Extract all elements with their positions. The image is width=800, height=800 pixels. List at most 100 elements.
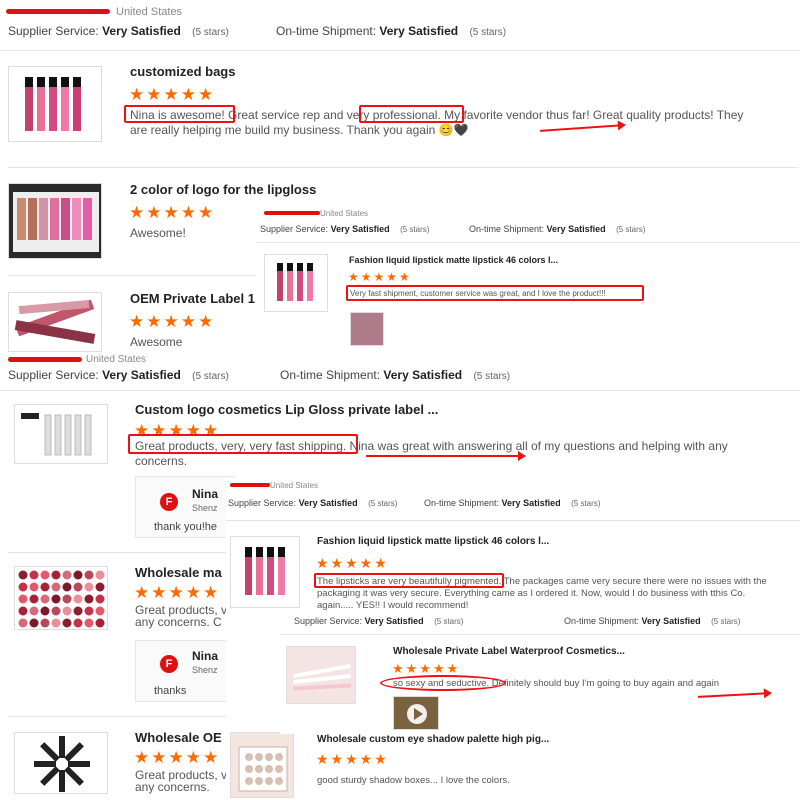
value: Very Satisfied — [102, 24, 181, 38]
value: Very Satisfied — [383, 368, 463, 382]
highlight-box — [128, 434, 358, 454]
label: Supplier Service: — [294, 616, 363, 626]
highlight-box — [124, 105, 235, 123]
supplier-logo: F — [160, 655, 178, 673]
divider — [0, 50, 800, 51]
label: Supplier Service: — [228, 498, 297, 508]
product-title[interactable]: Fashion liquid lipstick matte lipstick 4… — [349, 255, 589, 265]
label: Supplier Service: — [8, 24, 99, 38]
value: Very Satisfied — [546, 224, 606, 234]
redaction-mark — [230, 483, 270, 487]
stars-text: (5 stars) — [616, 225, 646, 234]
supplier-service-rating: Supplier Service: Very Satisfied (5 star… — [294, 616, 463, 626]
star-rating: ★★★★★ — [129, 312, 216, 331]
divider — [280, 634, 800, 635]
annotation-arrow — [366, 451, 526, 461]
review-text: any concerns. C — [135, 615, 222, 629]
redaction-mark — [6, 9, 110, 14]
ontime-shipment-rating: On-time Shipment: Very Satisfied (5 star… — [469, 224, 645, 234]
value: Very Satisfied — [298, 498, 358, 508]
product-title[interactable]: customized bags — [130, 64, 430, 79]
review-photo[interactable] — [350, 312, 384, 346]
stars-text: (5 stars) — [434, 617, 464, 626]
supplier-reply: F Nina Shenz thanks — [135, 640, 235, 702]
reviewer-location: United States — [116, 6, 183, 18]
stars-text: (5 stars) — [469, 27, 507, 38]
lipgloss-image — [25, 77, 81, 131]
value: Very Satisfied — [330, 224, 390, 234]
product-title[interactable]: Wholesale ma — [135, 565, 225, 580]
product-title[interactable]: Wholesale OE — [135, 730, 225, 745]
divider — [8, 552, 228, 553]
stars-text: (5 stars) — [571, 499, 601, 508]
product-title[interactable]: Custom logo cosmetics Lip Gloss private … — [135, 402, 465, 417]
stars-text: (5 stars) — [192, 27, 229, 38]
review-text: any concerns. — [135, 780, 210, 794]
lipgloss-box-image — [13, 192, 99, 252]
review-overlay-1: United States Supplier Service: Very Sat… — [256, 204, 800, 352]
review-overlay-3: Supplier Service: Very Satisfied (5 star… — [280, 612, 800, 734]
lipstick-palette-image — [18, 570, 105, 628]
divider — [8, 167, 798, 168]
product-thumbnail[interactable] — [8, 292, 102, 352]
star-rating: ★★★★★ — [316, 751, 389, 767]
label: Supplier Service: — [260, 224, 329, 234]
ontime-shipment-rating: On-time Shipment: Very Satisfied (5 star… — [564, 616, 740, 626]
product-thumbnail[interactable] — [286, 646, 356, 704]
reply-text: thank you!he — [154, 521, 217, 533]
supplier-service-rating: Supplier Service: Very Satisfied (5 star… — [260, 224, 429, 234]
product-thumbnail[interactable] — [230, 536, 300, 608]
highlight-oval — [380, 675, 506, 691]
reply-company: Shenz — [192, 665, 218, 675]
ontime-shipment-rating: On-time Shipment: Very Satisfied (5 star… — [280, 368, 510, 382]
highlight-box — [346, 285, 644, 301]
product-thumbnail[interactable] — [14, 732, 108, 794]
product-title[interactable]: Fashion liquid lipstick matte lipstick 4… — [317, 536, 567, 547]
product-title[interactable]: Wholesale Private Label Waterproof Cosme… — [393, 646, 693, 657]
star-rating: ★★★★★ — [316, 555, 389, 571]
lipgloss-clear-image — [21, 413, 92, 456]
product-thumbnail[interactable] — [8, 183, 102, 259]
ontime-shipment-rating: On-time Shipment: Very Satisfied (5 star… — [276, 24, 506, 38]
product-thumbnail[interactable] — [8, 66, 102, 142]
reply-name: Nina — [192, 649, 219, 663]
label: On-time Shipment: — [276, 24, 377, 38]
reviewer-location: United States — [86, 354, 147, 365]
star-rating: ★★★★★ — [348, 270, 412, 284]
supplier-service-rating: Supplier Service: Very Satisfied (5 star… — [228, 498, 397, 508]
label: On-time Shipment: — [564, 616, 640, 626]
lipgloss-image — [245, 547, 285, 595]
value: Very Satisfied — [641, 616, 701, 626]
value: Very Satisfied — [379, 24, 459, 38]
reply-company: Shenz — [192, 503, 218, 513]
star-rating: ★★★★★ — [134, 583, 221, 602]
star-rating: ★★★★★ — [392, 661, 461, 676]
lipgloss-pile-image — [14, 299, 96, 344]
value: Very Satisfied — [501, 498, 561, 508]
highlight-box — [314, 573, 504, 588]
label: On-time Shipment: — [280, 368, 381, 382]
redaction-mark — [264, 211, 320, 215]
supplier-logo: F — [160, 493, 178, 511]
play-icon — [407, 704, 427, 724]
star-rating: ★★★★★ — [129, 85, 216, 104]
product-title[interactable]: Wholesale custom eye shadow palette high… — [317, 734, 597, 745]
product-thumbnail[interactable] — [264, 254, 328, 312]
product-thumbnail[interactable] — [230, 732, 294, 798]
product-thumbnail[interactable] — [14, 404, 108, 464]
star-rating: ★★★★★ — [129, 203, 216, 222]
label: On-time Shipment: — [469, 224, 545, 234]
product-title[interactable]: OEM Private Label 19 — [130, 291, 255, 306]
star-rating: ★★★★★ — [134, 748, 221, 767]
stars-text: (5 stars) — [368, 499, 398, 508]
product-title[interactable]: 2 color of logo for the lipgloss — [130, 182, 360, 197]
reviewer-location: United States — [270, 481, 319, 490]
review-text: good sturdy shadow boxes... I love the c… — [317, 775, 510, 786]
divider — [8, 716, 228, 717]
stars-text: (5 stars) — [192, 371, 229, 382]
divider — [226, 520, 800, 521]
cosmetics-set-image — [292, 663, 352, 691]
review-video[interactable] — [393, 696, 439, 730]
product-thumbnail[interactable] — [14, 566, 108, 630]
stars-text: (5 stars) — [400, 225, 430, 234]
